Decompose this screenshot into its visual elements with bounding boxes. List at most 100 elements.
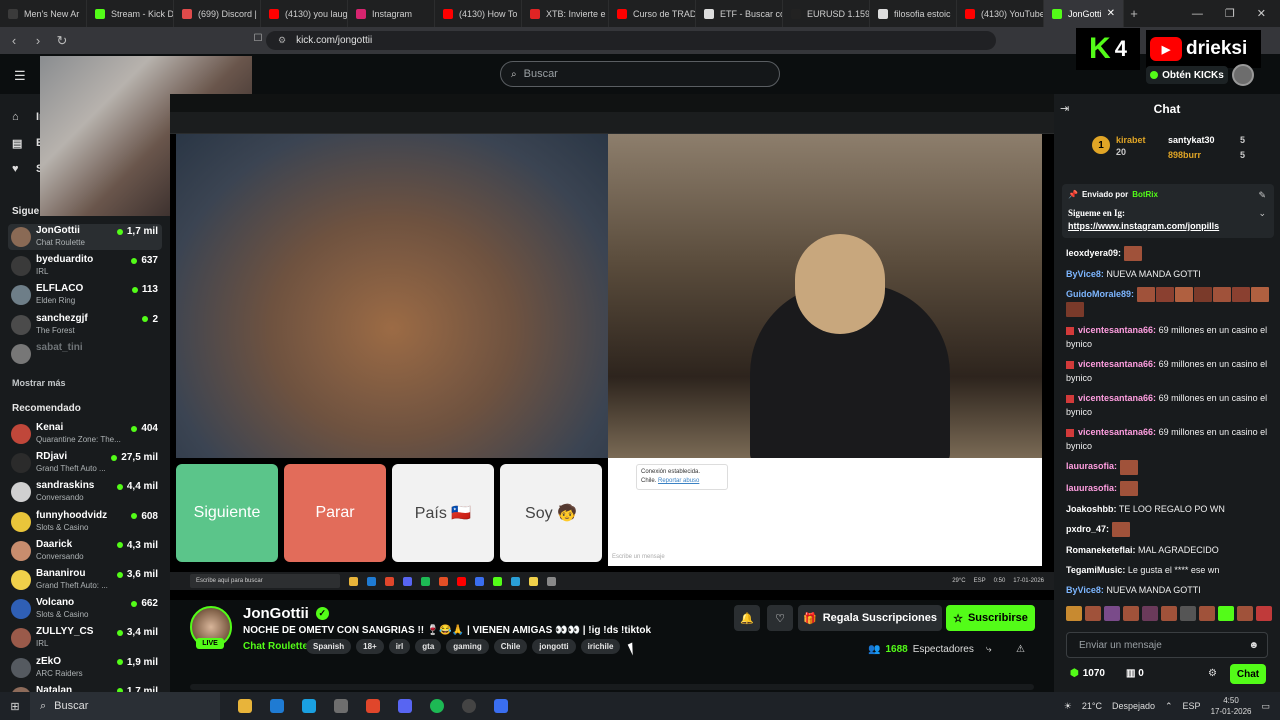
sidebar-channel[interactable]: Bananirou Grand Theft Auto: ... 3,6 mil <box>8 567 162 593</box>
new-tab-icon[interactable]: + <box>1124 6 1144 21</box>
subscribe-button[interactable]: ☆ Suscribirse <box>946 605 1035 631</box>
chest-count[interactable]: ▥ 0 <box>1126 668 1144 679</box>
file-explorer-icon[interactable] <box>238 699 252 713</box>
sidebar-channel[interactable]: Volcano Slots & Casino 662 <box>8 596 162 622</box>
gifter-name[interactable]: 898burr <box>1168 150 1201 160</box>
chat-username[interactable]: ByVice8: <box>1066 269 1104 279</box>
chat-username[interactable]: leoxdyera09: <box>1066 248 1121 258</box>
chat-send-button[interactable]: Chat <box>1230 664 1266 684</box>
unpin-icon[interactable]: ✎ <box>1258 190 1266 201</box>
edge-alt-icon[interactable] <box>302 699 316 713</box>
chevron-down-icon[interactable]: ⌄ <box>1258 208 1266 219</box>
close-window-icon[interactable]: ✕ <box>1257 7 1266 20</box>
emote-shortcut-icon[interactable] <box>1218 606 1234 621</box>
sidebar-nav-item[interactable]: ▤E <box>12 134 43 152</box>
browser-tab[interactable]: Stream - Kick D <box>87 0 174 27</box>
chat-username[interactable]: vicentesantana66: <box>1078 359 1156 369</box>
search-input[interactable]: ⌕ Buscar <box>500 61 780 87</box>
stream-tag[interactable]: jongotti <box>532 639 576 654</box>
browser-tab-active[interactable]: JonGotti ✕ <box>1044 0 1124 27</box>
url-bar[interactable]: ⚙ kick.com/jongottii <box>266 31 996 50</box>
obs-icon[interactable] <box>462 699 476 713</box>
windows-start-icon[interactable]: ⊞ <box>0 700 30 713</box>
notification-bell-button[interactable]: 🔔 <box>734 605 760 631</box>
sidebar-channel[interactable]: ZULLYY_CS IRL 3,4 mil <box>8 625 162 651</box>
browser-tab[interactable]: Men's New Ar <box>0 0 87 27</box>
sidebar-channel[interactable]: Kenai Quarantine Zone: The... 404 <box>8 421 162 447</box>
chat-username[interactable]: ByVice8: <box>1066 585 1104 595</box>
emote-shortcut-icon[interactable] <box>1180 606 1196 621</box>
brave-icon[interactable] <box>366 699 380 713</box>
stream-category[interactable]: Chat Roulette <box>243 641 308 652</box>
bookmark-icon[interactable]: ☐ <box>248 33 268 44</box>
gifter-name[interactable]: kirabet <box>1116 135 1146 145</box>
chat-username[interactable]: vicentesantana66: <box>1078 393 1156 403</box>
user-avatar[interactable] <box>1232 64 1254 86</box>
emote-shortcut-icon[interactable] <box>1237 606 1253 621</box>
emote-shortcut-icon[interactable] <box>1123 606 1139 621</box>
sidebar-channel[interactable]: sabat_tini <box>8 341 162 367</box>
reload-icon[interactable]: ↻ <box>52 33 72 49</box>
emote-shortcut-icon[interactable] <box>1066 606 1082 621</box>
sidebar-channel[interactable]: sandraskins Conversando 4,4 mil <box>8 479 162 505</box>
sidebar-channel[interactable]: JonGottii Chat Roulette 1,7 mil <box>8 224 162 250</box>
stream-tag[interactable]: gta <box>415 639 442 654</box>
stream-tag[interactable]: Chile <box>493 639 528 654</box>
browser-tab[interactable]: (4130) you laug <box>261 0 348 27</box>
forward-icon[interactable]: › <box>28 33 48 48</box>
emote-shortcut-icon[interactable] <box>1161 606 1177 621</box>
stream-tag[interactable]: gaming <box>446 639 489 654</box>
chat-username[interactable]: vicentesantana66: <box>1078 427 1156 437</box>
chat-username[interactable]: vicentesantana66: <box>1078 325 1156 335</box>
sidebar-nav-item[interactable]: ♥S <box>12 160 43 178</box>
discord-icon[interactable] <box>398 699 412 713</box>
language-indicator[interactable]: ESP <box>1183 701 1201 711</box>
browser-tab[interactable]: Instagram <box>348 0 435 27</box>
notifications-icon[interactable]: ▭ <box>1261 701 1270 712</box>
edge-icon[interactable] <box>270 699 284 713</box>
chat-username[interactable]: lauurasofia: <box>1066 461 1117 471</box>
show-more-link[interactable]: Mostrar más <box>12 378 66 388</box>
browser-tab[interactable]: EURUSD 1.159 <box>783 0 870 27</box>
chat-input[interactable]: Enviar un mensaje ☻ <box>1066 632 1268 658</box>
maximize-icon[interactable]: ❐ <box>1225 7 1235 20</box>
share-icon[interactable]: ⤷ <box>986 644 992 655</box>
stream-tag[interactable]: 18+ <box>356 639 384 654</box>
sidebar-channel[interactable]: ELFLACO Elden Ring 113 <box>8 282 162 308</box>
chat-username[interactable]: lauurasofia: <box>1066 483 1117 493</box>
browser-tab[interactable]: (4130) YouTube <box>957 0 1044 27</box>
emoji-picker-icon[interactable]: ☻ <box>1248 640 1259 651</box>
report-icon[interactable]: ⚠ <box>1016 644 1025 655</box>
emote-shortcut-icon[interactable] <box>1104 606 1120 621</box>
video-player[interactable]: Siguiente Parar País 🇨🇱 Soy 🧒 Conexión e… <box>170 94 1054 600</box>
browser-tab[interactable]: XTB: Invierte e <box>522 0 609 27</box>
channel-points[interactable]: ⬢ 1070 <box>1070 668 1105 679</box>
back-icon[interactable]: ‹ <box>4 33 24 48</box>
browser-tab[interactable]: Curso de TRAD <box>609 0 696 27</box>
tray-chevron-icon[interactable]: ⌃ <box>1165 701 1173 712</box>
get-kicks-button[interactable]: Obtén KICKs <box>1146 66 1228 84</box>
emote-shortcut-icon[interactable] <box>1142 606 1158 621</box>
app-icon[interactable] <box>494 699 508 713</box>
gift-subs-button[interactable]: 🎁 Regala Suscripciones <box>798 605 942 631</box>
pinned-link[interactable]: https://www.instagram.com/jonpills <box>1068 221 1219 231</box>
stream-tag[interactable]: irl <box>388 639 411 654</box>
chat-username[interactable]: pxdro_47: <box>1066 524 1109 534</box>
streamer-name[interactable]: JonGottii <box>243 605 309 622</box>
stream-tag[interactable]: Spanish <box>306 639 352 654</box>
gifter-name[interactable]: santykat30 <box>1168 135 1215 145</box>
follow-heart-button[interactable]: ♡ <box>767 605 793 631</box>
emote-shortcut-icon[interactable] <box>1085 606 1101 621</box>
sidebar-channel[interactable]: byeduardito IRL 637 <box>8 253 162 279</box>
sidebar-channel[interactable]: RDjavi Grand Theft Auto ... 27,5 mil <box>8 450 162 476</box>
store-icon[interactable] <box>334 699 348 713</box>
browser-tab[interactable]: (4130) How To <box>435 0 522 27</box>
sidebar-channel[interactable]: Daarick Conversando 4,3 mil <box>8 538 162 564</box>
chat-username[interactable]: TegamiMusic: <box>1066 565 1125 575</box>
sidebar-channel[interactable]: sanchezgjf The Forest 2 <box>8 312 162 338</box>
site-info-icon[interactable]: ⚙ <box>278 35 286 46</box>
browser-tab[interactable]: filosofia estoic <box>870 0 957 27</box>
chat-username[interactable]: Joakoshbb: <box>1066 504 1117 514</box>
browser-tab[interactable]: (699) Discord | <box>174 0 261 27</box>
chat-username[interactable]: GuidoMorale89: <box>1066 289 1134 299</box>
